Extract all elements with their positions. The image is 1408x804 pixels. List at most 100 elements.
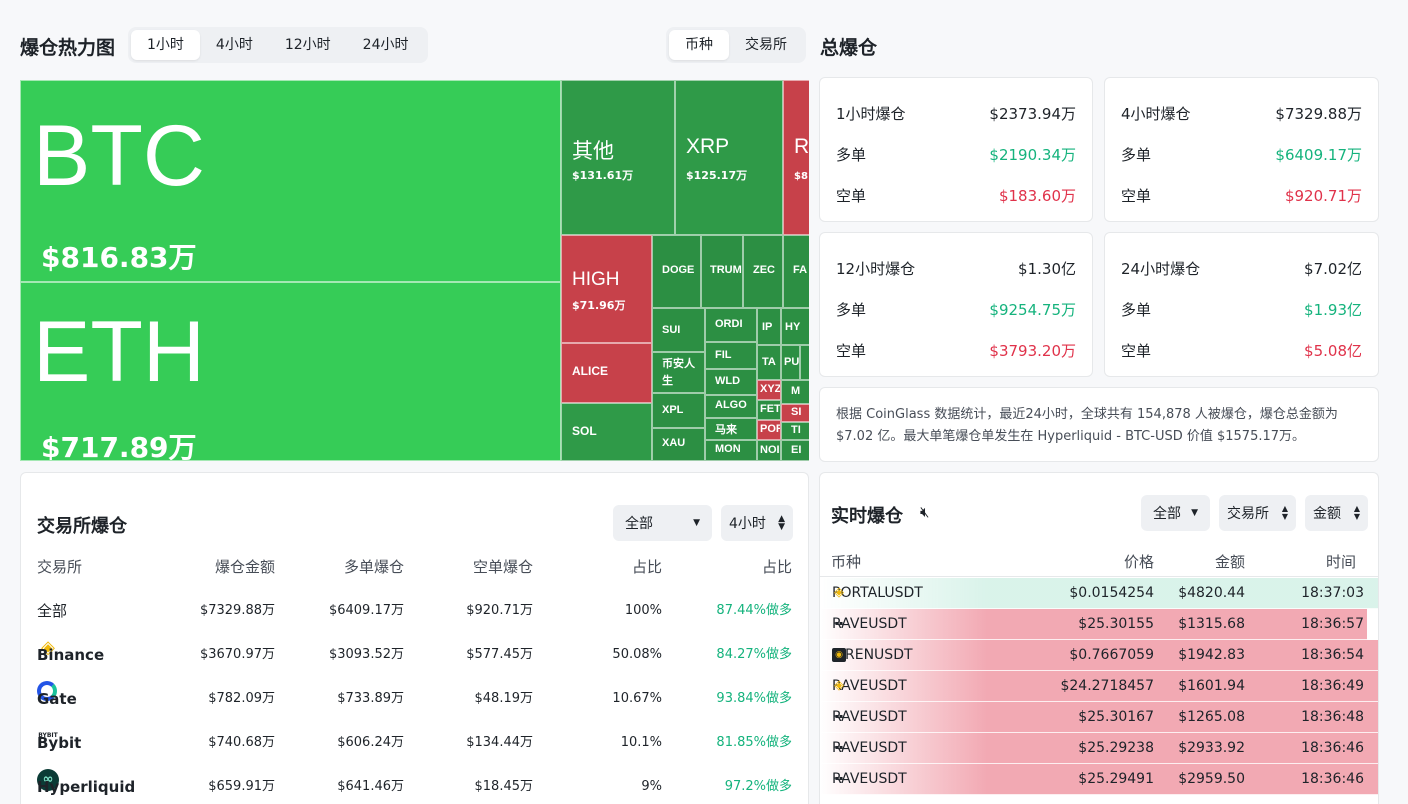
card-short: $183.60万 bbox=[998, 187, 1076, 205]
tile-xrp[interactable]: XRP $125.17万 bbox=[675, 80, 783, 235]
tile-amount: $71.96万 bbox=[572, 299, 626, 312]
tile-fil[interactable]: FIL bbox=[705, 342, 757, 369]
row-time: 18:36:48 bbox=[1301, 709, 1364, 725]
tile-mala[interactable]: 马来 bbox=[705, 418, 757, 440]
tab-24h[interactable]: 24小时 bbox=[347, 30, 425, 60]
card-label: 12小时爆仓 bbox=[836, 260, 916, 278]
tile-blank[interactable] bbox=[800, 345, 809, 380]
tab-exchange[interactable]: 交易所 bbox=[729, 30, 803, 60]
exchange-name: Gate bbox=[37, 690, 77, 708]
tile-fet[interactable]: FET bbox=[757, 400, 781, 420]
summary-title: 总爆仓 bbox=[820, 37, 878, 59]
tile-sui[interactable]: SUI bbox=[652, 308, 705, 352]
tile-amount: $717.89万 bbox=[41, 431, 197, 461]
tab-coin[interactable]: 币种 bbox=[669, 30, 729, 60]
tile-por[interactable]: POR bbox=[757, 420, 781, 440]
table-row[interactable]: BYBIT Bybit $740.68万 $606.24万 $134.44万 1… bbox=[21, 725, 808, 761]
col-ratio[interactable]: 占比 bbox=[762, 549, 792, 585]
tile-algo[interactable]: ALGO bbox=[705, 395, 757, 418]
tile-symbol: XAU bbox=[662, 437, 686, 449]
tab-4h[interactable]: 4小时 bbox=[200, 30, 269, 60]
row-long: $6409.17万 bbox=[328, 603, 404, 618]
tile-xpl[interactable]: XPL bbox=[652, 393, 705, 428]
list-item[interactable]: ▪▪ RAVEUSDT $25.30167 $1265.08 18:36:48 bbox=[820, 702, 1378, 733]
tile-eth[interactable]: ETH $717.89万 bbox=[20, 282, 561, 461]
tile-fa[interactable]: FA bbox=[783, 235, 809, 308]
exchange-table-header: 交易所 爆仓金额 多单爆仓 空单爆仓 占比 占比 bbox=[21, 549, 808, 585]
tile-wld[interactable]: WLD bbox=[705, 369, 757, 395]
list-item[interactable]: ▪▪ RAVEUSDT $25.29491 $2959.50 18:36:46 bbox=[820, 764, 1378, 795]
table-row[interactable]: ∞ Hyperliquid $659.91万 $641.46万 $18.45万 … bbox=[21, 769, 808, 804]
tile-ta[interactable]: TA bbox=[757, 345, 781, 380]
tile-btc[interactable]: BTC $816.83万 bbox=[20, 80, 561, 282]
list-item[interactable]: ◉ SIRENUSDT $0.7667059 $1942.83 18:36:54 bbox=[820, 640, 1378, 671]
tile-symbol: SUI bbox=[662, 324, 681, 336]
tile-ei[interactable]: EI bbox=[781, 440, 809, 461]
table-row[interactable]: ◈ Binance $3670.97万 $3093.52万 $577.45万 5… bbox=[21, 637, 808, 673]
tile-ordi[interactable]: ORDI bbox=[705, 308, 757, 342]
row-ratio: 93.84%做多 bbox=[716, 691, 792, 706]
tile-other[interactable]: 其他 $131.61万 bbox=[561, 80, 675, 235]
tile-r[interactable]: R $8 bbox=[783, 80, 809, 235]
tile-si[interactable]: SI bbox=[781, 404, 809, 422]
mute-speaker-icon[interactable]: 🔇︎ bbox=[920, 503, 929, 521]
card-long: $9254.75万 bbox=[989, 301, 1076, 319]
row-ratio: 81.85%做多 bbox=[716, 735, 792, 750]
exchange-time-select[interactable]: 4小时 ▲ ▼ bbox=[721, 505, 793, 541]
list-item[interactable]: ◈ RAVEUSDT $24.2718457 $1601.94 18:36:49 bbox=[820, 671, 1378, 702]
tile-high[interactable]: HIGH $71.96万 bbox=[561, 235, 652, 343]
tile-bnrs[interactable]: 币安人生 bbox=[652, 352, 705, 393]
tab-12h[interactable]: 12小时 bbox=[269, 30, 347, 60]
tile-doge[interactable]: DOGE bbox=[652, 235, 701, 308]
view-tabs: 币种 交易所 bbox=[666, 27, 806, 63]
realtime-filter-select[interactable]: 全部 ▼ bbox=[1141, 495, 1210, 531]
caret-down-icon: ▼ bbox=[693, 518, 700, 528]
exchange-filter-select[interactable]: 全部 ▼ bbox=[613, 505, 712, 541]
tile-zec[interactable]: ZEC bbox=[743, 235, 783, 308]
exchange-name: Hyperliquid bbox=[37, 778, 136, 796]
tab-1h[interactable]: 1小时 bbox=[131, 30, 200, 60]
col-long: 多单爆仓 bbox=[343, 558, 404, 576]
card-total: $7329.88万 bbox=[1275, 105, 1362, 123]
tile-symbol: FIL bbox=[715, 349, 732, 361]
tile-trump[interactable]: TRUM bbox=[701, 235, 743, 308]
tile-xyz[interactable]: XYZ bbox=[757, 380, 781, 400]
exchange-panel: 交易所爆仓 全部 ▼ 4小时 ▲ ▼ 交易所 爆仓金额 多单爆仓 空单爆仓 占比 … bbox=[20, 472, 809, 804]
sort-icon: ▲ ▼ bbox=[778, 514, 785, 532]
list-item[interactable]: ◈ PORTALUSDT $0.0154254 $4820.44 18:37:03 bbox=[820, 578, 1378, 609]
tile-symbol: 马来 bbox=[715, 424, 737, 436]
exchange-logo-icon: ◉ bbox=[832, 648, 846, 662]
list-item[interactable]: ▪▪ RAVEUSDT $25.29238 $2933.92 18:36:46 bbox=[820, 733, 1378, 764]
card-short: $3793.20万 bbox=[989, 342, 1076, 360]
binance-logo-icon: ◈ bbox=[834, 678, 844, 693]
tile-sol[interactable]: SOL bbox=[561, 403, 652, 461]
tile-ip[interactable]: IP bbox=[757, 308, 781, 345]
tile-mon[interactable]: MON bbox=[705, 440, 757, 461]
filter-value: 全部 bbox=[1153, 506, 1181, 522]
tile-symbol: 币安人生 bbox=[662, 358, 695, 387]
row-amount: $1601.94 bbox=[1178, 678, 1245, 694]
tile-pu[interactable]: PU bbox=[781, 345, 800, 380]
row-ratio: 87.44%做多 bbox=[716, 603, 792, 618]
tile-symbol: R bbox=[794, 135, 809, 158]
tile-alice[interactable]: ALICE bbox=[561, 343, 652, 403]
list-item[interactable]: ▪▪ RAVEUSDT $25.30155 $1315.68 18:36:57 bbox=[820, 609, 1378, 640]
row-short: $577.45万 bbox=[466, 647, 533, 662]
col-share[interactable]: 占比 bbox=[632, 549, 662, 585]
tile-xau[interactable]: XAU bbox=[652, 428, 705, 461]
realtime-amount-select[interactable]: 金额 ▲ ▼ bbox=[1305, 495, 1368, 531]
bybit-logo-icon: ▪▪ bbox=[834, 744, 844, 751]
card-total: $7.02亿 bbox=[1304, 260, 1362, 278]
tile-symbol: ZEC bbox=[753, 264, 775, 276]
realtime-table-header: 币种 价格 金额 时间 bbox=[820, 547, 1378, 577]
col-amount: 金额 bbox=[1214, 553, 1245, 571]
tile-m[interactable]: M bbox=[781, 380, 809, 404]
table-row[interactable]: Gate $782.09万 $733.89万 $48.19万 10.67% 93… bbox=[21, 681, 808, 717]
realtime-exchange-select[interactable]: 交易所 ▲ ▼ bbox=[1219, 495, 1296, 531]
tile-noi[interactable]: NOI bbox=[757, 440, 781, 461]
tile-ti[interactable]: TI bbox=[781, 422, 809, 440]
tile-hy[interactable]: HY bbox=[781, 308, 809, 345]
row-time: 18:36:46 bbox=[1301, 771, 1364, 787]
table-row[interactable]: 全部 $7329.88万 $6409.17万 $920.71万 100% 87.… bbox=[21, 593, 808, 629]
summary-note: 根据 CoinGlass 数据统计，最近24小时，全球共有 154,878 人被… bbox=[836, 407, 1338, 444]
